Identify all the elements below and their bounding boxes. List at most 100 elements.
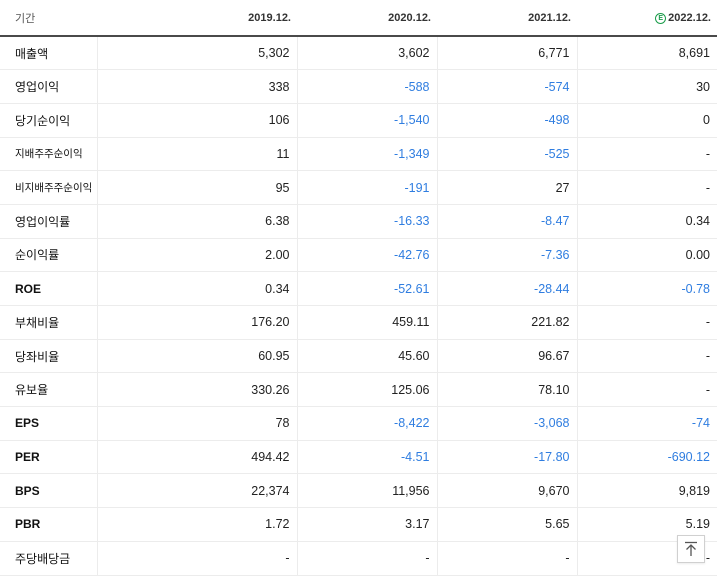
value-cell: 5,302 — [96, 36, 297, 71]
value-cell: 9,670 — [436, 473, 577, 509]
row-label: 영업이익 — [0, 69, 97, 104]
value-cell: -52.61 — [296, 271, 437, 306]
period-header-2019: 2019.12. — [97, 0, 297, 37]
table-row: 비지배주주순이익 95 -191 27- — [0, 170, 717, 205]
value-cell: - — [296, 540, 437, 576]
row-label: EPS — [0, 406, 97, 441]
financial-summary-table: 기간 2019.12. 2020.12. 2021.12. E 2022.12. … — [0, 0, 717, 576]
value-cell: - — [576, 372, 717, 408]
value-cell: 9,819 — [576, 473, 717, 509]
value-cell: -4.51 — [296, 440, 437, 475]
value-cell: -8.47 — [436, 203, 577, 239]
value-cell: -74 — [576, 406, 717, 441]
row-label: 당좌비율 — [0, 339, 97, 374]
row-label: ROE — [0, 271, 97, 306]
row-label: 지배주주순이익 — [0, 137, 97, 172]
value-cell: -42.76 — [296, 238, 437, 273]
value-cell: 3.17 — [296, 507, 437, 542]
value-cell: 338 — [96, 69, 297, 104]
value-cell: -574 — [436, 69, 577, 104]
value-cell: 3,602 — [296, 36, 437, 71]
value-cell: 221.82 — [436, 305, 577, 340]
value-cell: 2.00 — [96, 238, 297, 273]
table-row: 주당배당금 - - - - — [0, 540, 717, 576]
value-cell: 0.34 — [576, 203, 717, 239]
value-cell: 60.95 — [96, 339, 297, 374]
row-label: 주당배당금 — [0, 540, 97, 576]
value-cell: -525 — [436, 137, 577, 172]
value-cell: -28.44 — [436, 271, 577, 306]
table-header-row: 기간 2019.12. 2020.12. 2021.12. E 2022.12. — [0, 0, 717, 37]
table-body: 매출액 5,302 3,602 6,771 8,691 영업이익 338 -588 -574 30… — [0, 36, 717, 576]
row-label: 비지배주주순이익 — [0, 170, 97, 205]
table-row: BPS 22,374 11,956 9,670 9,819 — [0, 473, 717, 509]
value-cell: 0 — [576, 103, 717, 138]
value-cell: 6.38 — [96, 203, 297, 239]
value-cell: 6,771 — [436, 36, 577, 71]
value-cell: 0.00 — [576, 238, 717, 273]
value-cell: -191 — [296, 170, 437, 205]
value-cell: 0.34 — [96, 271, 297, 306]
value-cell: - — [576, 339, 717, 374]
period-header-2021: 2021.12. — [437, 0, 577, 37]
table-row: 영업이익률 6.38 -16.33 -8.47 0.34 — [0, 203, 717, 239]
value-cell: - — [436, 540, 577, 576]
row-label: PER — [0, 440, 97, 475]
value-cell: -0.78 — [576, 271, 717, 306]
table-row: 부채비율 176.20 459.11 221.82- — [0, 305, 717, 340]
value-cell: 78.10 — [436, 372, 577, 408]
table-row: 지배주주순이익 11 -1,349 -525- — [0, 137, 717, 172]
value-cell: -8,422 — [296, 406, 437, 441]
period-header-2020: 2020.12. — [297, 0, 437, 37]
value-cell: -498 — [436, 103, 577, 138]
period-header-2022-label: 2022.12. — [668, 11, 711, 24]
value-cell: -17.80 — [436, 440, 577, 475]
value-cell: -3,068 — [436, 406, 577, 441]
value-cell: 45.60 — [296, 339, 437, 374]
value-cell: -1,349 — [296, 137, 437, 172]
table-row: PBR 1.72 3.17 5.65 5.19 — [0, 507, 717, 542]
table-row: 유보율 330.26 125.06 78.10- — [0, 372, 717, 408]
table-row: EPS 78 -8,422 -3,068 -74 — [0, 406, 717, 441]
value-cell: 1.72 — [96, 507, 297, 542]
value-cell: 11 — [96, 137, 297, 172]
table-row: 당기순이익 106 -1,540 -498 0 — [0, 103, 717, 138]
value-cell: 22,374 — [96, 473, 297, 509]
period-header-label: 기간 — [0, 0, 97, 37]
value-cell: 176.20 — [96, 305, 297, 340]
table-row: 영업이익 338 -588 -574 30 — [0, 69, 717, 104]
value-cell: - — [576, 305, 717, 340]
table-row: 매출액 5,302 3,602 6,771 8,691 — [0, 36, 717, 71]
value-cell: 11,956 — [296, 473, 437, 509]
value-cell: - — [576, 137, 717, 172]
value-cell: 95 — [96, 170, 297, 205]
period-header-2022: E 2022.12. — [577, 0, 717, 37]
value-cell: 5.65 — [436, 507, 577, 542]
value-cell: 459.11 — [296, 305, 437, 340]
table-row: 당좌비율 60.95 45.60 96.67- — [0, 339, 717, 374]
row-label: 부채비율 — [0, 305, 97, 340]
row-label: 유보율 — [0, 372, 97, 408]
arrow-up-to-top-icon — [685, 541, 697, 556]
value-cell: 30 — [576, 69, 717, 104]
value-cell: 106 — [96, 103, 297, 138]
value-cell: 8,691 — [576, 36, 717, 71]
table-row: PER 494.42 -4.51 -17.80 -690.12 — [0, 440, 717, 475]
row-label: 순이익률 — [0, 238, 97, 273]
value-cell: -588 — [296, 69, 437, 104]
value-cell: -1,540 — [296, 103, 437, 138]
value-cell: -690.12 — [576, 440, 717, 475]
table-row: 순이익률 2.00 -42.76 -7.36 0.00 — [0, 238, 717, 273]
value-cell: -7.36 — [436, 238, 577, 273]
row-label: 영업이익률 — [0, 203, 97, 239]
value-cell: - — [96, 540, 297, 576]
value-cell: 125.06 — [296, 372, 437, 408]
value-cell: 96.67 — [436, 339, 577, 374]
row-label: PBR — [0, 507, 97, 542]
value-cell: 330.26 — [96, 372, 297, 408]
value-cell: 494.42 — [96, 440, 297, 475]
value-cell: -16.33 — [296, 203, 437, 239]
row-label: 매출액 — [0, 36, 97, 71]
row-label: 당기순이익 — [0, 103, 97, 138]
scroll-to-top-button[interactable] — [677, 535, 705, 563]
